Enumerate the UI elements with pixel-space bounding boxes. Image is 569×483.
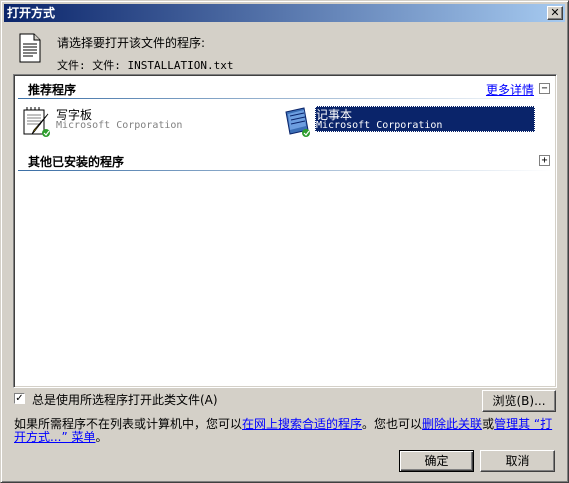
info-text-part: 如果所需程序不在列表或计算机中，您可以 — [14, 417, 243, 431]
info-text-part: 或 — [482, 417, 495, 431]
always-use-label[interactable]: 总是使用所选程序打开此类文件(A) — [32, 391, 218, 408]
open-with-dialog: 打开方式 ✕ 请选择要打开该文件的程序: 文件: 文件: INSTALLATIO… — [0, 0, 569, 483]
info-text-part: 。您也可以 — [362, 417, 423, 431]
close-icon: ✕ — [550, 6, 560, 19]
cancel-button[interactable]: 取消 — [480, 450, 555, 472]
title-bar[interactable]: 打开方式 ✕ — [4, 4, 565, 22]
more-details-link[interactable]: 更多详情 — [486, 81, 534, 98]
remove-association-link[interactable]: 删除此关联 — [422, 417, 482, 431]
check-icon: ✓ — [15, 393, 24, 404]
other-programs-group-title: 其他已安装的程序 — [28, 155, 125, 169]
wordpad-icon — [23, 107, 50, 137]
program-item-notepad[interactable]: 记事本 Microsoft Corporation — [280, 106, 540, 140]
window-title: 打开方式 — [7, 6, 56, 20]
recommended-group-title: 推荐程序 — [28, 83, 77, 97]
expand-icon[interactable]: + — [539, 155, 550, 166]
recommended-group-header[interactable]: 推荐程序 更多详情 − — [16, 77, 554, 99]
ok-button[interactable]: 确定 — [399, 450, 474, 472]
notepad-icon — [285, 107, 310, 137]
info-text-part: 。 — [95, 430, 108, 444]
info-text: 如果所需程序不在列表或计算机中，您可以在网上搜索合适的程序。您也可以删除此关联或… — [14, 418, 554, 444]
file-name-label: 文件: 文件: INSTALLATION.txt — [57, 59, 234, 72]
close-button[interactable]: ✕ — [547, 6, 563, 20]
program-company: Microsoft Corporation — [316, 120, 443, 131]
program-list[interactable]: 推荐程序 更多详情 − 写字板 Microsoft Corporation 记事… — [13, 74, 557, 388]
browse-button[interactable]: 浏览(B)... — [482, 390, 556, 412]
search-web-link[interactable]: 在网上搜索合适的程序 — [242, 417, 362, 431]
group-divider — [18, 170, 552, 171]
prompt-text: 请选择要打开该文件的程序: — [57, 36, 206, 50]
document-icon — [19, 33, 41, 63]
program-item-wordpad[interactable]: 写字板 Microsoft Corporation — [20, 106, 260, 140]
group-divider — [18, 98, 552, 99]
always-use-checkbox[interactable]: ✓ — [14, 393, 25, 404]
other-programs-group-header[interactable]: 其他已安装的程序 + — [16, 149, 554, 171]
collapse-icon[interactable]: − — [539, 83, 550, 94]
program-company: Microsoft Corporation — [56, 120, 183, 131]
